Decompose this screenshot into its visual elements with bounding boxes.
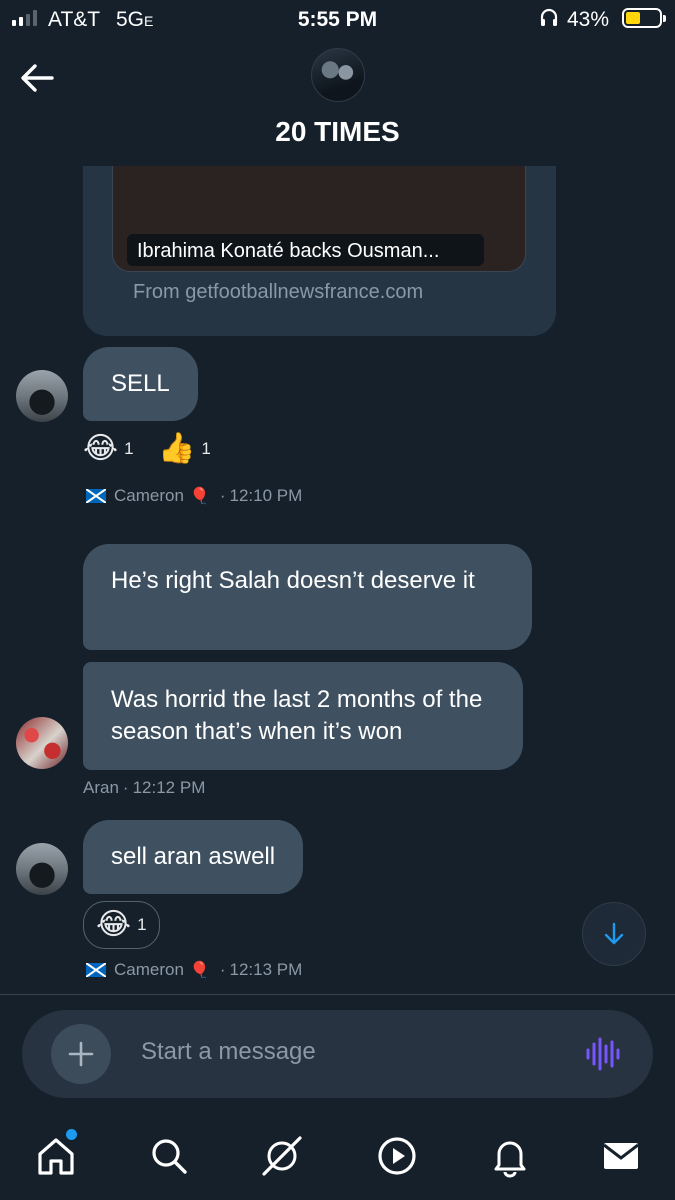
notification-dot (66, 1129, 77, 1140)
sender-name: Cameron (114, 960, 184, 979)
voice-message-icon[interactable] (584, 1036, 620, 1077)
avatar-cameron[interactable] (16, 843, 68, 895)
message-time: 12:13 PM (229, 960, 303, 979)
message-bubble[interactable]: SELL (83, 347, 198, 421)
message-bubble[interactable]: He’s right Salah doesn’t deserve it (83, 544, 532, 650)
reaction-count: 1 (137, 915, 147, 934)
conversation-header: 20 TIMES (0, 38, 675, 166)
message-bubble[interactable]: Was horrid the last 2 months of the seas… (83, 662, 523, 770)
avatar-cameron[interactable] (16, 370, 68, 422)
message-meta: Cameron 🎈 · 12:10 PM (86, 486, 302, 506)
message-meta: Cameron 🎈 · 12:13 PM (86, 960, 302, 980)
group-avatar[interactable] (311, 48, 365, 102)
battery-level (626, 12, 640, 24)
meta-separator: · (219, 486, 226, 505)
message-time: 12:10 PM (229, 486, 303, 505)
reaction-laugh[interactable]: 😂 1 (83, 901, 160, 949)
message-meta: Aran · 12:12 PM (83, 778, 205, 798)
reaction-thumbs-up[interactable]: 👍 1 (158, 434, 211, 464)
plus-icon (68, 1041, 94, 1067)
thumbs-up-emoji-icon: 👍 (158, 432, 196, 465)
sender-name: Aran (83, 778, 119, 797)
search-icon[interactable] (143, 1130, 195, 1182)
message-bubble[interactable]: sell aran aswell (83, 820, 304, 894)
video-icon[interactable] (371, 1130, 423, 1182)
notifications-icon[interactable] (484, 1130, 536, 1182)
reaction-count: 1 (201, 439, 211, 458)
link-preview-caption: Ibrahima Konaté backs Ousman... (127, 234, 484, 266)
back-arrow-icon[interactable] (18, 58, 58, 98)
divider (0, 994, 675, 995)
headphones-icon (540, 8, 558, 34)
status-bar: AT&T 5GE 5:55 PM 43% (0, 0, 675, 38)
message-input[interactable]: Start a message (141, 1038, 316, 1066)
grok-icon[interactable] (256, 1130, 308, 1182)
reaction-laugh[interactable]: 😂 1 (83, 434, 134, 464)
add-media-button[interactable] (51, 1024, 111, 1084)
arrow-down-icon (604, 922, 624, 945)
scotland-flag-icon (86, 963, 106, 977)
laughing-emoji-icon: 😂 (96, 908, 132, 941)
laughing-emoji-icon: 😂 (83, 432, 119, 465)
battery-icon (622, 8, 666, 28)
battery-percent: 43% (567, 8, 610, 31)
balloon-icon: 🎈 (189, 962, 210, 979)
scroll-to-bottom-button[interactable] (582, 902, 646, 966)
avatar-aran[interactable] (16, 717, 68, 769)
meta-separator: · (122, 778, 129, 797)
sender-name: Cameron (114, 486, 184, 505)
balloon-icon: 🎈 (189, 488, 210, 505)
link-preview-source[interactable]: From getfootballnewsfrance.com (133, 281, 423, 304)
message-time: 12:12 PM (132, 778, 206, 797)
message-composer[interactable] (22, 1010, 653, 1098)
reaction-count: 1 (124, 439, 134, 458)
conversation-title[interactable]: 20 TIMES (0, 116, 675, 148)
meta-separator: · (219, 960, 226, 979)
scotland-flag-icon (86, 489, 106, 503)
messages-icon[interactable] (595, 1130, 647, 1182)
